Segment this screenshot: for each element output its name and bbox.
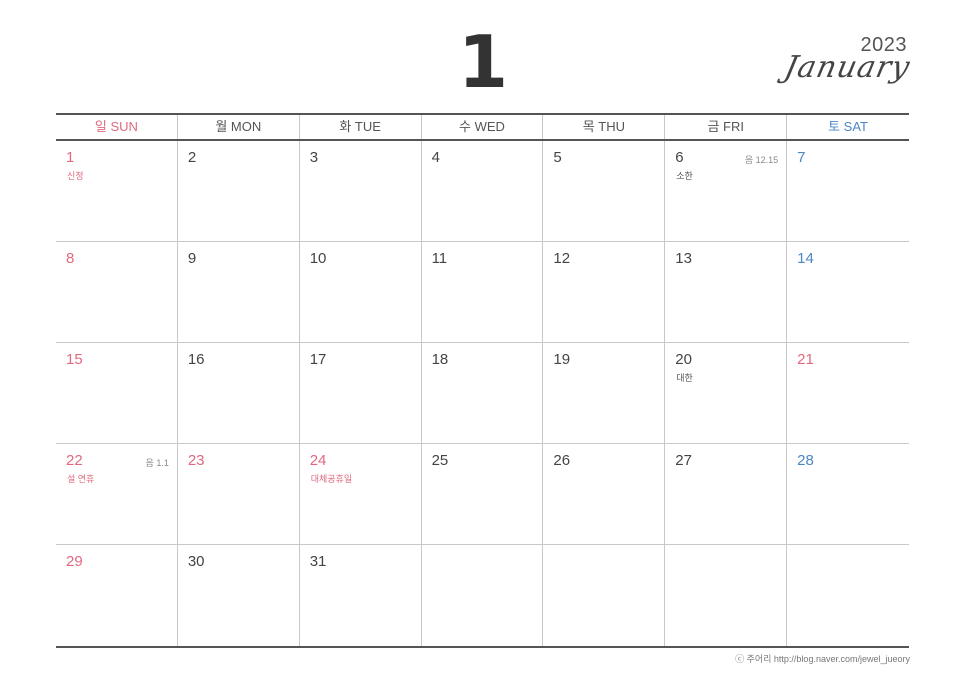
day-number: 13	[675, 250, 692, 267]
day-cell: 8	[56, 242, 178, 343]
day-number: 28	[797, 452, 814, 469]
day-number: 24	[309, 452, 327, 469]
day-number: 29	[66, 553, 83, 570]
day-number: 26	[553, 452, 571, 469]
empty-day-cell	[787, 545, 909, 646]
day-number: 9	[187, 250, 197, 267]
empty-day-cell	[665, 545, 788, 646]
day-cell: 18	[421, 343, 544, 444]
day-number: 11	[431, 250, 448, 267]
day-number: 16	[187, 351, 205, 368]
day-number: 8	[66, 250, 75, 267]
day-cell: 2	[177, 141, 300, 242]
day-number: 2	[187, 149, 197, 166]
day-number: 22	[66, 452, 83, 469]
day-cell: 28	[787, 444, 909, 545]
day-cell: 3	[299, 141, 422, 242]
day-cell: 12	[543, 242, 666, 343]
day-number: 21	[797, 351, 814, 368]
day-number: 6	[675, 149, 684, 166]
lunar-date: 음 1.1	[145, 458, 169, 468]
day-cell: 14	[787, 242, 909, 343]
day-cell: 13	[665, 242, 788, 343]
day-number: 3	[309, 149, 319, 166]
day-cell: 16	[177, 343, 300, 444]
day-note: 신정	[67, 171, 84, 181]
day-cell: 29	[56, 545, 178, 646]
day-cell: 7	[787, 141, 909, 242]
day-number: 15	[66, 351, 83, 368]
credit-text: ⓒ 주어리 http://blog.naver.com/jewel_jueory	[735, 654, 910, 664]
day-number: 25	[431, 452, 449, 469]
day-cell: 23	[177, 444, 300, 545]
weekday-header: 목 THU	[543, 115, 666, 139]
day-cell: 27	[665, 444, 788, 545]
month-name-script: January	[781, 50, 914, 85]
weekday-header: 일 SUN	[56, 115, 178, 139]
day-number: 17	[309, 351, 327, 368]
day-cell: 15	[56, 343, 178, 444]
day-cell: 30	[178, 545, 300, 646]
lunar-date: 음 12.15	[744, 155, 779, 165]
weekday-header: 토 SAT	[828, 119, 868, 134]
weekday-header: 수 WED	[422, 115, 544, 139]
day-number: 14	[797, 250, 814, 267]
day-cell: 9	[177, 242, 300, 343]
day-number: 7	[797, 149, 806, 166]
day-number: 30	[187, 553, 205, 570]
day-cell: 31	[300, 545, 422, 646]
day-cell: 25	[421, 444, 544, 545]
day-cell: 20 대한	[665, 343, 788, 444]
calendar-days: 1 신정 2 3 4 5 6 소한 음 12.15 7 8 9 10 11 12 13 14 15 16 17 18 19…	[56, 141, 909, 646]
day-cell: 21	[787, 343, 909, 444]
day-number: 27	[675, 452, 692, 469]
day-cell: 22 설 연휴 음 1.1	[56, 444, 178, 545]
weekday-header: 화 TUE	[300, 115, 422, 139]
day-cell: 26	[543, 444, 666, 545]
day-cell: 4	[421, 141, 544, 242]
day-note: 대한	[676, 373, 693, 383]
day-number: 18	[431, 351, 449, 368]
day-cell: 10	[299, 242, 422, 343]
day-number: 20	[675, 351, 692, 368]
day-cell: 1 신정	[56, 141, 178, 242]
weekday-header: 금 FRI	[665, 115, 788, 139]
weekday-header: 월 MON	[178, 115, 300, 139]
day-number: 12	[553, 250, 571, 267]
day-number: 31	[309, 553, 327, 570]
day-cell: 6 소한 음 12.15	[665, 141, 788, 242]
calendar-grid: 일 SUN 월 MON 화 TUE 수 WED 목 THU 금 FRI 토 SAT 1 신정 2…	[56, 113, 909, 648]
day-number: 4	[431, 149, 440, 166]
day-cell: 11	[421, 242, 544, 343]
day-note: 설 연휴	[67, 474, 95, 484]
day-number: 1	[66, 149, 75, 166]
day-cell: 5	[543, 141, 666, 242]
empty-day-cell	[543, 545, 666, 646]
day-number: 19	[553, 351, 571, 368]
day-cell: 24 대체공휴일	[299, 444, 422, 545]
day-number: 5	[553, 149, 562, 166]
day-number: 23	[187, 452, 205, 469]
day-cell: 17	[299, 343, 422, 444]
empty-day-cell	[422, 545, 544, 646]
day-cell: 19	[543, 343, 666, 444]
day-note: 소한	[676, 171, 693, 181]
weekday-header-row: 일 SUN 월 MON 화 TUE 수 WED 목 THU 금 FRI 토 SAT	[56, 115, 909, 141]
day-number: 10	[309, 250, 327, 267]
day-note: 대체공휴일	[310, 474, 353, 484]
